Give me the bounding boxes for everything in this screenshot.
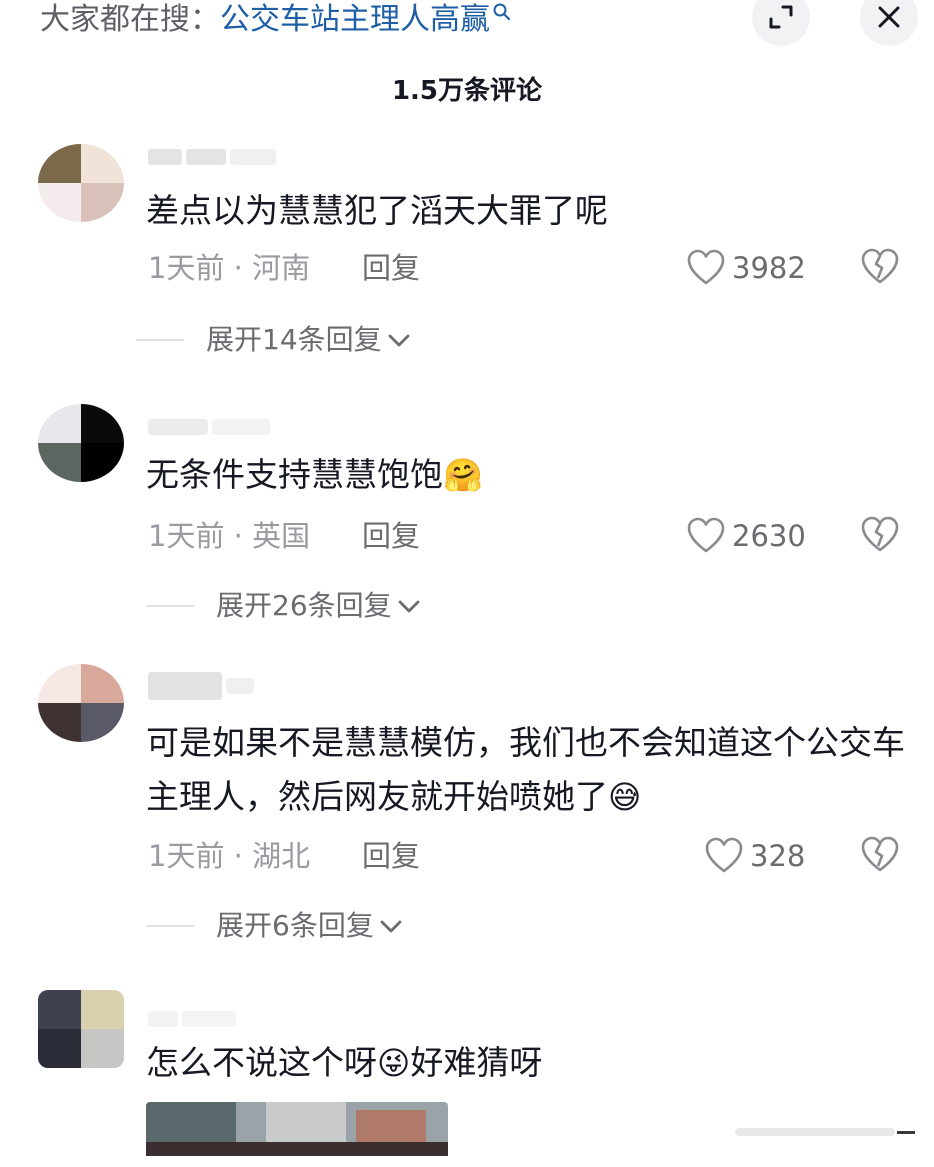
username[interactable]: [148, 1008, 240, 1030]
heart-icon: [687, 517, 725, 553]
comment-time: 1天前: [148, 839, 225, 873]
comment-location: 湖北: [252, 839, 311, 873]
divider-line: [136, 339, 184, 341]
avatar[interactable]: [38, 404, 124, 482]
comment-text: 可是如果不是慧慧模仿，我们也不会知道这个公交车主理人，然后网友就开始喷她了😅: [146, 723, 905, 816]
comment-meta: 1天前 · 河南: [148, 251, 311, 285]
username[interactable]: [148, 672, 258, 700]
chevron-down-icon: [388, 334, 410, 347]
like-button[interactable]: 3982: [686, 248, 806, 288]
comment-text: 怎么不说这个呀😜好难猜呀: [146, 1043, 543, 1082]
avatar[interactable]: [38, 664, 124, 742]
expand-replies-button[interactable]: 展开14条回复: [136, 320, 412, 360]
expand-replies-button[interactable]: 展开26条回复: [146, 586, 422, 626]
username[interactable]: [148, 146, 280, 168]
comment-meta: 1天前 · 英国: [148, 519, 311, 553]
comment-count-title: 1.5万条评论: [391, 76, 543, 106]
like-count: 328: [750, 839, 806, 873]
expand-replies-label: 展开26条回复: [216, 589, 392, 622]
divider-line: [146, 605, 194, 607]
dislike-button[interactable]: [860, 516, 900, 558]
reply-button[interactable]: 回复: [362, 836, 420, 876]
broken-heart-icon: [861, 248, 899, 284]
broken-heart-icon: [861, 836, 899, 872]
broken-heart-icon: [861, 516, 899, 552]
top-bar: 大家都在搜：公交车站主理人高赢: [0, 0, 934, 48]
comment-location: 英国: [252, 519, 311, 553]
expand-icon: [769, 5, 793, 29]
reply-button[interactable]: 回复: [362, 248, 420, 288]
search-term-link[interactable]: 公交车站主理人高赢: [220, 2, 490, 37]
magnifier-icon: [493, 3, 511, 21]
heart-icon: [705, 837, 743, 873]
username[interactable]: [148, 416, 274, 438]
like-count: 3982: [732, 251, 806, 285]
comment-time: 1天前: [148, 251, 225, 285]
expand-button[interactable]: [752, 0, 810, 46]
expand-replies-label: 展开6条回复: [216, 909, 374, 942]
like-button[interactable]: 2630: [686, 516, 806, 556]
expand-replies-label: 展开14条回复: [206, 323, 382, 356]
like-button[interactable]: 328: [704, 836, 805, 876]
close-icon: [878, 6, 900, 28]
heart-icon: [687, 249, 725, 285]
chevron-down-icon: [380, 920, 402, 933]
comment-time: 1天前: [148, 519, 225, 553]
search-prefix: 大家都在搜：: [40, 2, 220, 37]
reply-button[interactable]: 回复: [362, 516, 420, 556]
search-suggestion[interactable]: 大家都在搜：公交车站主理人高赢: [40, 0, 512, 40]
comment-image-thumbnail[interactable]: [146, 1102, 448, 1156]
like-count: 2630: [732, 519, 806, 553]
dislike-button[interactable]: [860, 248, 900, 290]
hugging-face-emoji: 🤗: [443, 456, 483, 494]
comment-text: 无条件支持慧慧饱饱🤗: [146, 455, 483, 494]
divider-line: [146, 925, 194, 927]
dislike-button[interactable]: [860, 836, 900, 878]
close-button[interactable]: [860, 0, 918, 46]
winking-tongue-emoji: 😜: [377, 1044, 411, 1082]
avatar[interactable]: [38, 144, 124, 222]
comment-meta: 1天前 · 湖北: [148, 839, 311, 873]
comment-location: 河南: [252, 251, 311, 285]
avatar[interactable]: [38, 990, 124, 1068]
comment-text: 差点以为慧慧犯了滔天大罪了呢: [146, 191, 608, 230]
chevron-down-icon: [398, 600, 420, 613]
grinning-sweat-emoji: 😅: [608, 778, 642, 816]
expand-replies-button[interactable]: 展开6条回复: [146, 906, 404, 946]
watermark-strip: [735, 1128, 915, 1136]
